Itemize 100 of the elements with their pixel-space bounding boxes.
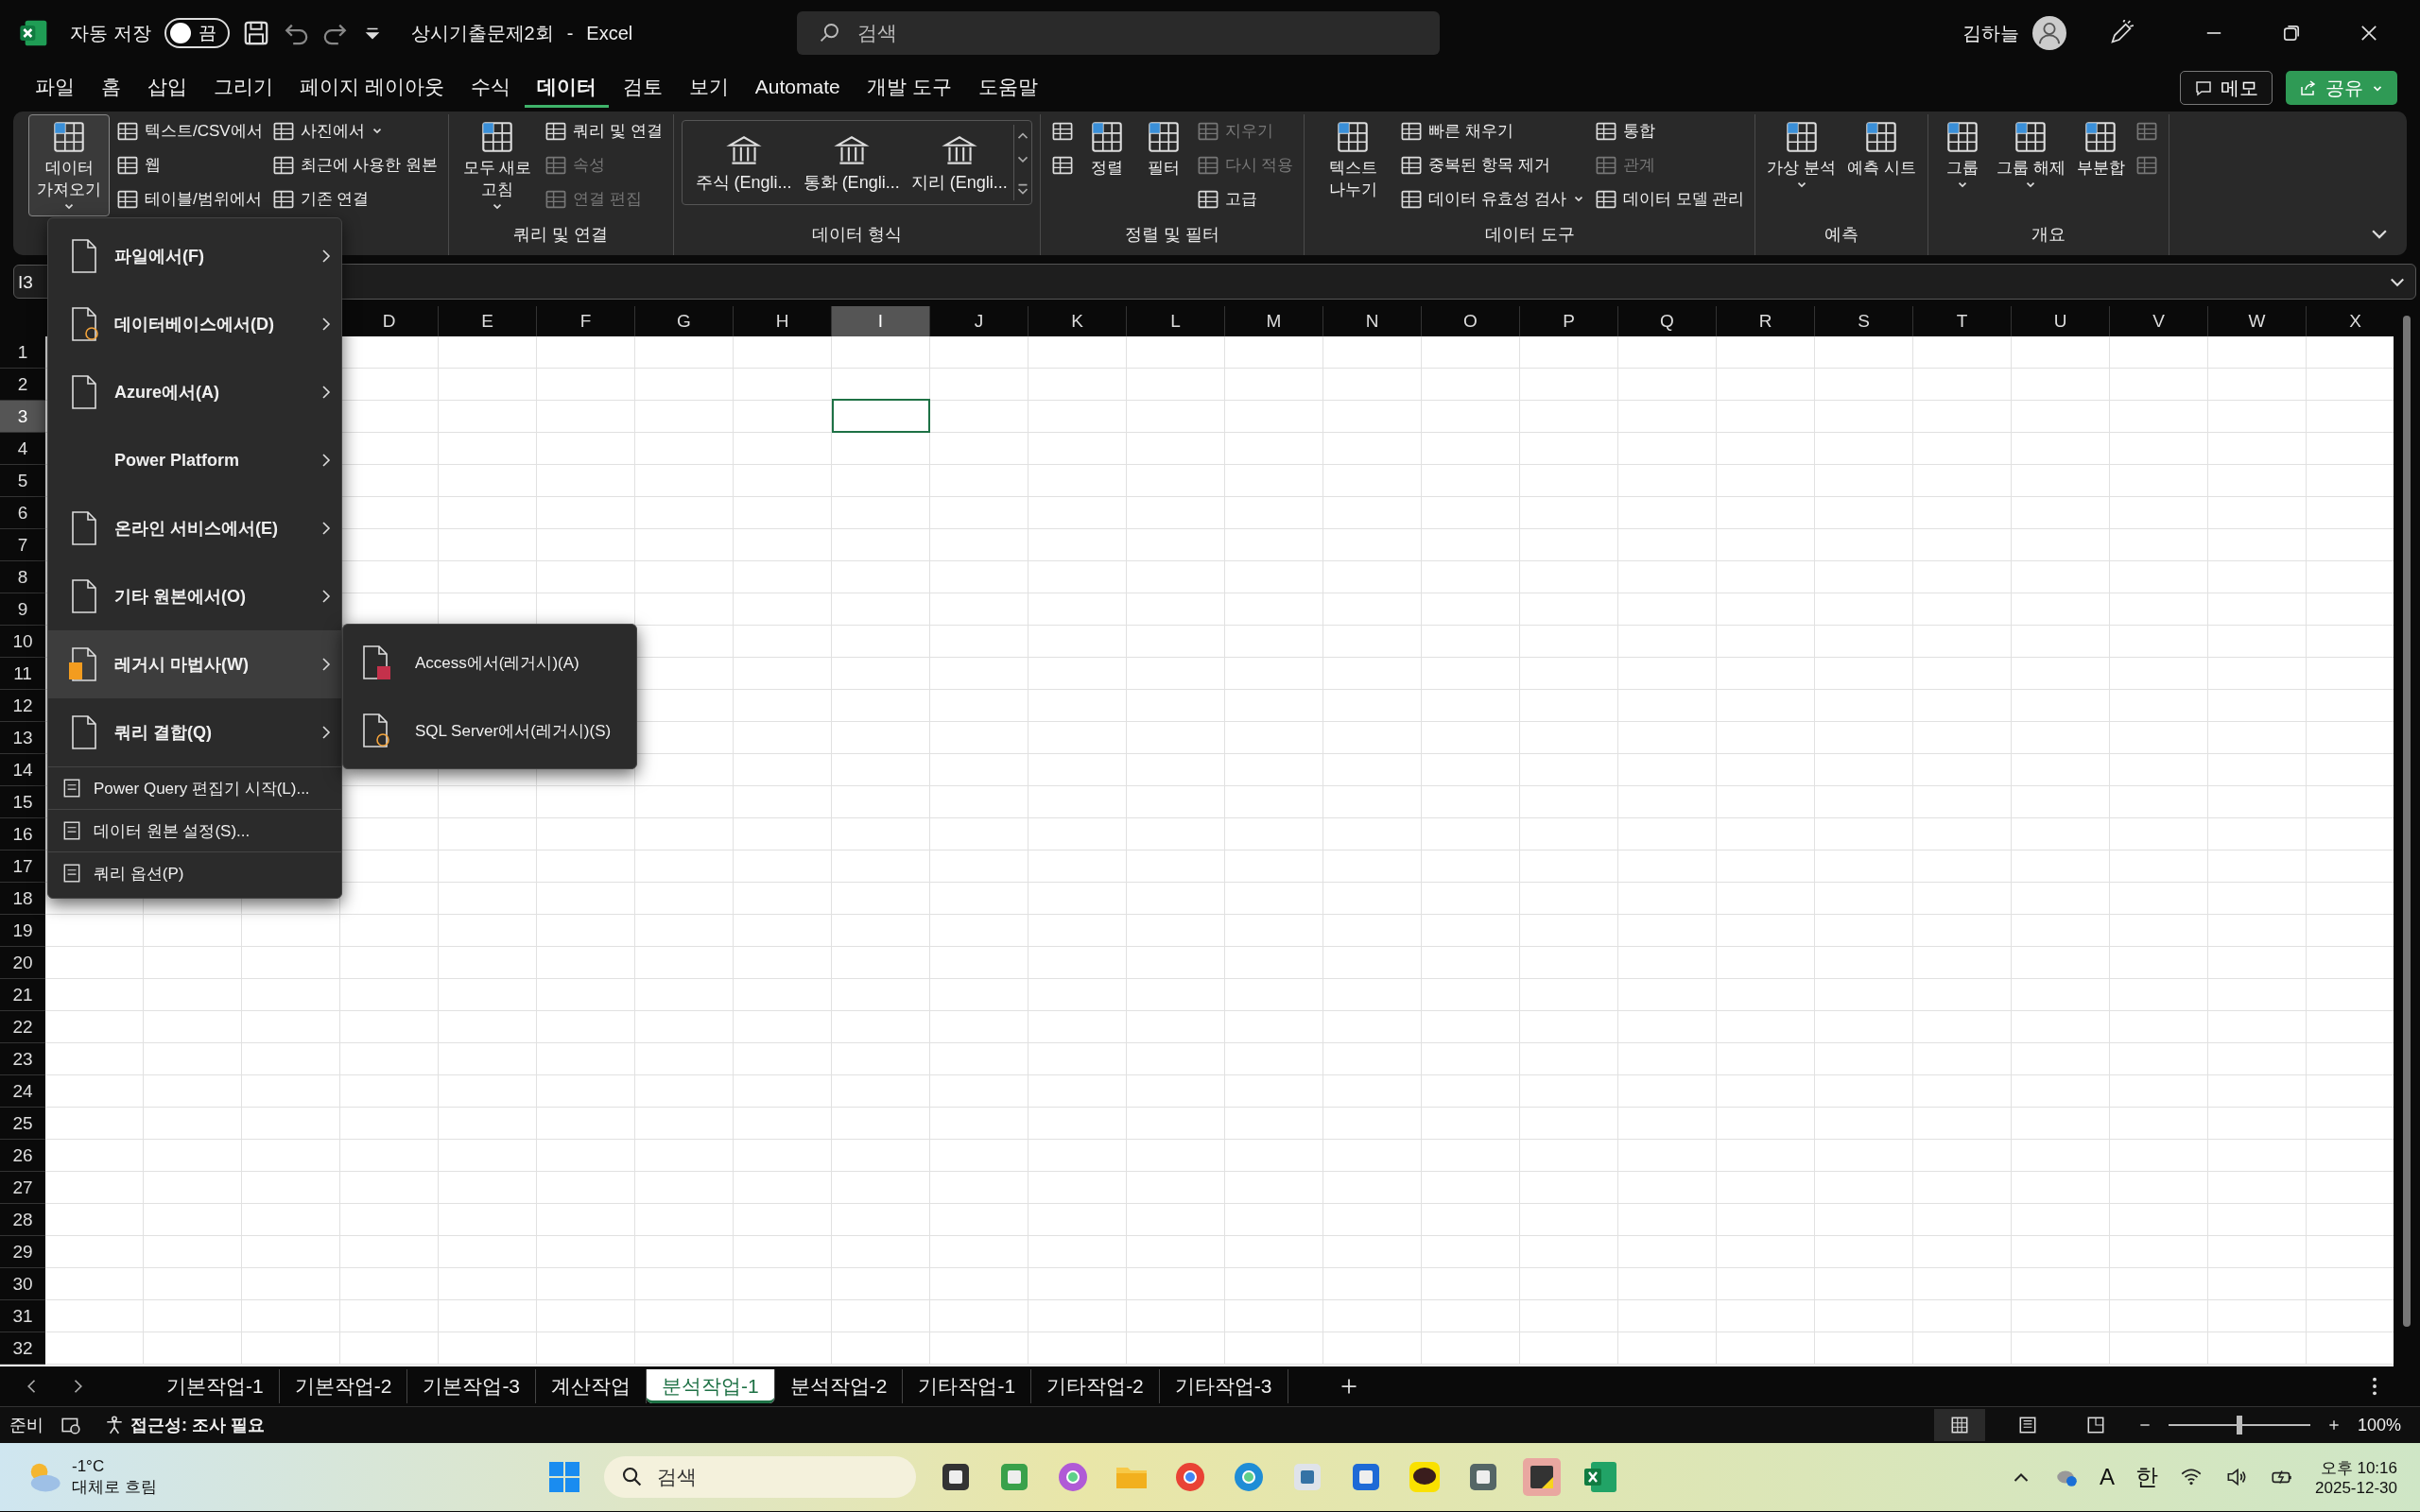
sheet-tab[interactable]: 기본작업-3 <box>407 1369 537 1403</box>
share-button[interactable]: 공유 <box>2286 71 2397 105</box>
ribbon-button[interactable]: 정렬 <box>1080 114 1133 181</box>
selected-cell[interactable] <box>832 399 930 433</box>
comments-button[interactable]: 메모 <box>2180 71 2273 105</box>
column-header[interactable]: V <box>2110 306 2208 336</box>
ribbon-button[interactable]: 통합 <box>1591 114 1748 147</box>
sheet-tab[interactable]: 기타작업-1 <box>903 1369 1032 1403</box>
ribbon-tab[interactable]: 파일 <box>23 68 87 108</box>
data-type-button[interactable]: 주식 (Engli... <box>689 131 798 194</box>
row-header[interactable]: 14 <box>0 754 45 786</box>
column-header[interactable]: I <box>832 306 930 336</box>
menu-item[interactable]: 기타 원본에서(O) <box>48 562 341 630</box>
ribbon-tab[interactable]: 그리기 <box>201 68 285 108</box>
ribbon-button[interactable]: 텍스트 나누기 <box>1312 114 1394 203</box>
zoom-level[interactable]: 100% <box>2357 1415 2401 1435</box>
ribbon-button[interactable]: 쿼리 및 연결 <box>542 114 666 147</box>
menu-item[interactable]: SQL Server에서(레거시)(S) <box>343 696 636 765</box>
input-language-indicator[interactable]: 한 <box>2135 1462 2159 1492</box>
column-header[interactable]: N <box>1323 306 1422 336</box>
row-header[interactable]: 13 <box>0 722 45 754</box>
ribbon-button[interactable]: 테이블/범위에서 <box>113 182 266 215</box>
row-header[interactable]: 22 <box>0 1011 45 1043</box>
column-header[interactable]: L <box>1127 306 1225 336</box>
ribbon-button[interactable]: 데이터 유효성 검사 <box>1397 182 1588 215</box>
ribbon-tab[interactable]: 개발 도구 <box>854 68 964 108</box>
taskbar-search-field[interactable]: 검색 <box>655 1465 900 1489</box>
row-header[interactable]: 9 <box>0 593 45 626</box>
row-header[interactable]: 4 <box>0 433 45 465</box>
menu-item[interactable]: Access에서(레거시)(A) <box>343 628 636 696</box>
sheet-tab[interactable]: 기타작업-2 <box>1031 1369 1160 1403</box>
ribbon-button[interactable]: 그룹 <box>1935 114 1989 195</box>
taskbar-search-box[interactable]: 검색 <box>604 1456 917 1498</box>
ribbon-button[interactable]: 모두 새로 고침 <box>457 114 539 216</box>
row-header[interactable]: 8 <box>0 561 45 593</box>
row-header[interactable]: 24 <box>0 1075 45 1108</box>
row-header[interactable]: 10 <box>0 626 45 658</box>
row-header[interactable]: 17 <box>0 850 45 883</box>
column-header[interactable]: J <box>930 306 1028 336</box>
sheet-tab[interactable]: 기본작업-2 <box>279 1369 408 1403</box>
row-header[interactable]: 23 <box>0 1043 45 1075</box>
row-header[interactable]: 15 <box>0 786 45 818</box>
ribbon-button[interactable]: 텍스트/CSV에서 <box>113 114 266 147</box>
column-header[interactable]: W <box>2208 306 2307 336</box>
ribbon-tab[interactable]: 도움말 <box>965 68 1050 108</box>
row-header[interactable]: 30 <box>0 1268 45 1300</box>
row-header[interactable]: 31 <box>0 1300 45 1332</box>
ribbon-tab[interactable]: 수식 <box>458 68 523 108</box>
ribbon-button[interactable]: 데이터 모델 관리 <box>1591 182 1748 215</box>
row-header[interactable]: 11 <box>0 658 45 690</box>
accessibility-button[interactable]: 접근성: 조사 필요 <box>98 1413 270 1437</box>
column-header[interactable]: P <box>1520 306 1618 336</box>
row-header[interactable]: 25 <box>0 1108 45 1140</box>
column-header[interactable]: M <box>1225 306 1323 336</box>
row-header[interactable]: 16 <box>0 818 45 850</box>
row-header[interactable]: 21 <box>0 979 45 1011</box>
ribbon-button[interactable]: 중복된 항목 제거 <box>1397 148 1588 181</box>
ribbon-button[interactable]: 사진에서 <box>268 114 441 147</box>
sheet-tab[interactable]: 기본작업-1 <box>151 1369 280 1403</box>
row-header[interactable]: 6 <box>0 497 45 529</box>
pen-icon[interactable] <box>2108 20 2135 46</box>
column-header[interactable]: K <box>1028 306 1127 336</box>
menu-item[interactable]: 쿼리 옵션(P) <box>48 851 341 894</box>
column-header[interactable]: U <box>2012 306 2110 336</box>
avatar-icon[interactable] <box>2032 16 2066 50</box>
row-header[interactable]: 19 <box>0 915 45 947</box>
column-header[interactable]: R <box>1717 306 1815 336</box>
row-header[interactable]: 29 <box>0 1236 45 1268</box>
more-icon[interactable] <box>2371 1376 2378 1397</box>
data-type-button[interactable]: 지리 (Engli... <box>905 131 1013 194</box>
ribbon-button[interactable]: 고급 <box>1193 182 1297 215</box>
data-type-button[interactable]: 통화 (Engli... <box>797 131 906 194</box>
row-header[interactable]: 26 <box>0 1140 45 1172</box>
ribbon-tab[interactable]: 검토 <box>610 68 675 108</box>
sheet-tab[interactable]: 기타작업-3 <box>1159 1369 1288 1403</box>
sheet-tab[interactable]: 분석작업-2 <box>774 1369 904 1403</box>
ribbon-button[interactable]: 필터 <box>1136 114 1190 181</box>
row-header[interactable]: 28 <box>0 1204 45 1236</box>
search-box[interactable]: 검색 <box>797 11 1441 55</box>
row-header[interactable]: 12 <box>0 690 45 722</box>
sheet-tab[interactable]: 분석작업-1 <box>647 1369 775 1403</box>
column-header[interactable]: S <box>1815 306 1913 336</box>
menu-item[interactable]: 데이터 원본 설정(S)... <box>48 809 341 851</box>
search-field[interactable]: 검색 <box>856 21 1420 45</box>
menu-item[interactable]: 온라인 서비스에서(E) <box>48 494 341 562</box>
row-header[interactable]: 18 <box>0 883 45 915</box>
ribbon-button[interactable]: 예측 시트 <box>1843 114 1920 181</box>
row-header[interactable]: 1 <box>0 336 45 369</box>
column-header[interactable]: Q <box>1618 306 1717 336</box>
menu-item[interactable]: Power Platform <box>48 426 341 494</box>
zoom-in-icon[interactable] <box>2326 1418 2341 1432</box>
clock-date[interactable]: 2025-12-30 <box>2315 1478 2397 1498</box>
menu-item[interactable]: 쿼리 결합(Q) <box>48 698 341 766</box>
view-button[interactable] <box>1933 1409 1985 1441</box>
ribbon-tab[interactable]: 홈 <box>89 68 133 108</box>
column-header[interactable]: E <box>439 306 537 336</box>
ribbon-tab[interactable]: 데이터 <box>524 68 609 108</box>
row-header[interactable]: 5 <box>0 465 45 497</box>
ribbon-button[interactable]: 기존 연결 <box>268 182 441 215</box>
ribbon-tab[interactable]: Automate <box>742 70 853 106</box>
